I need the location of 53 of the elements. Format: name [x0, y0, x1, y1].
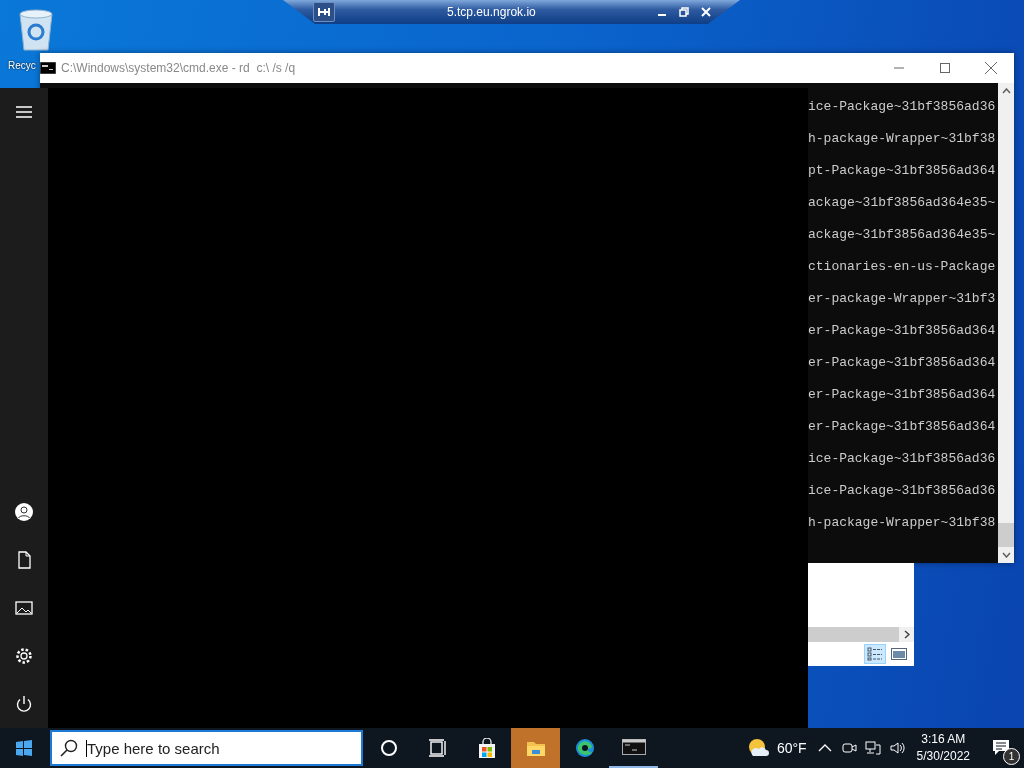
maximize-icon[interactable]: [940, 63, 950, 73]
console-line: er-Package~31bf3856ad364: [808, 387, 997, 403]
console-line: h-package-Wrapper~31bf38: [808, 515, 997, 531]
search-bar[interactable]: Type here to search: [50, 730, 363, 766]
console-line: er-Package~31bf3856ad364: [808, 419, 997, 435]
connection-title: 5.tcp.eu.ngrok.io: [447, 5, 537, 19]
icon-label: Recyc: [7, 60, 36, 71]
settings-icon[interactable]: [15, 647, 33, 665]
recycle-bin-icon[interactable]: [16, 8, 56, 52]
notification-count: 1: [1003, 748, 1020, 765]
pictures-icon[interactable]: [15, 599, 33, 617]
console-line: h-package-Wrapper~31bf38: [808, 131, 997, 147]
notification-icon: [992, 739, 1010, 757]
console-line: er-Package~31bf3856ad364: [808, 323, 997, 339]
scroll-thumb[interactable]: [998, 523, 1014, 547]
cortana-icon: [378, 738, 399, 758]
weather-widget[interactable]: 60°F: [740, 728, 813, 768]
console-line: ice-Package~31bf3856ad36: [808, 451, 997, 467]
preview-pane-icon: [891, 648, 907, 660]
window-title: C:\Windows\system32\cmd.exe - rd c:\ /s /q: [61, 61, 297, 75]
notification-button[interactable]: 1: [978, 728, 1024, 768]
console-icon: [40, 62, 56, 74]
document-icon[interactable]: [15, 551, 33, 569]
clock[interactable]: 3:16 AM 5/30/2022: [908, 731, 978, 765]
network-icon[interactable]: [864, 740, 881, 756]
windows-logo-icon: [16, 740, 32, 756]
close-icon[interactable]: [985, 62, 997, 74]
search-icon: [60, 739, 78, 757]
browser-icon: [574, 738, 595, 758]
scroll-right-icon[interactable]: [903, 630, 910, 639]
console-line: ice-Package~31bf3856ad36: [808, 483, 997, 499]
console-icon: [621, 737, 646, 757]
console-line: er-Package~31bf3856ad364: [808, 355, 997, 371]
camera-icon[interactable]: [840, 740, 857, 756]
console-line: ice-Package~31bf3856ad36: [808, 99, 997, 115]
store-bag-icon: [476, 738, 497, 758]
scroll-down-icon[interactable]: [1001, 552, 1011, 558]
menu-icon[interactable]: [15, 103, 33, 121]
view-button[interactable]: [864, 644, 886, 664]
console-line: er-package-Wrapper~31bf3: [808, 291, 997, 307]
scroll-up-icon[interactable]: [1001, 88, 1011, 94]
details-view-icon: [867, 647, 883, 661]
console-line: pt-Package~31bf3856ad364: [808, 163, 997, 179]
sun-cloud-icon: [746, 738, 769, 758]
power-icon[interactable]: [15, 695, 33, 713]
console-line: ackage~31bf3856ad364e35~: [808, 195, 997, 211]
task-view-icon: [427, 738, 448, 758]
user-icon[interactable]: [15, 503, 33, 521]
scrollbar[interactable]: [998, 83, 1014, 563]
console-line: ackage~31bf3856ad364e35~: [808, 227, 997, 243]
console-line: ctionaries-en-us-Package: [808, 259, 997, 275]
volume-icon[interactable]: [888, 740, 905, 756]
pin-icon[interactable]: [318, 7, 330, 17]
